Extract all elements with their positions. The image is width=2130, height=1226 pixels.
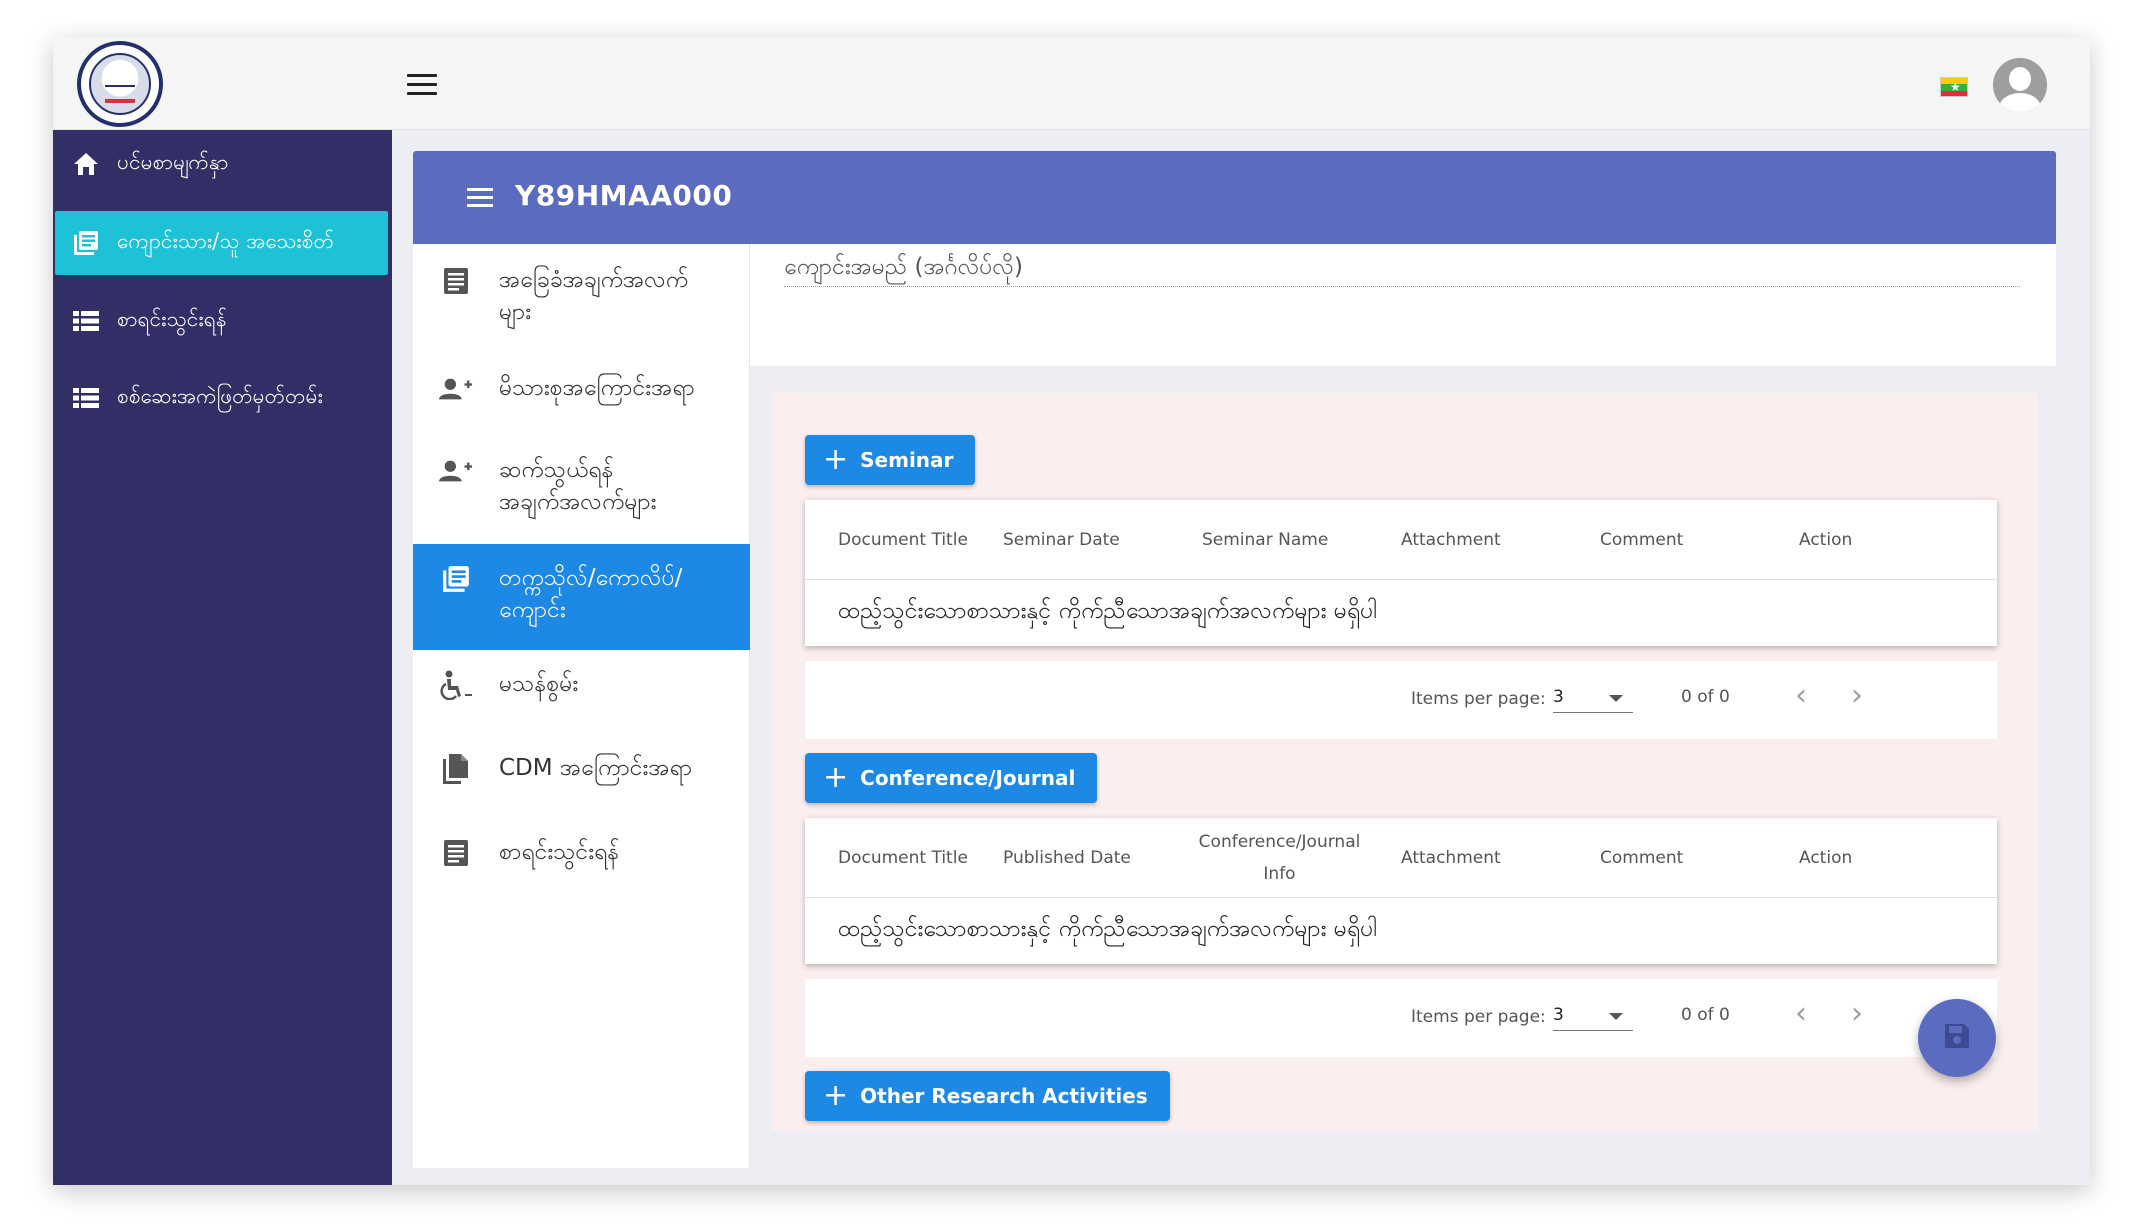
chevron-down-icon (1609, 1013, 1623, 1020)
home-icon (71, 149, 101, 179)
empty-table-message: ထည့်သွင်းသောစာသားနှင့် ကိုက်ညီသောအချက်အလ… (838, 916, 1378, 942)
tab-contact-info[interactable]: ဆက်သွယ်ရန် အချက်အလက်များ (413, 454, 750, 544)
menu-icon[interactable] (467, 188, 493, 208)
previous-page-icon[interactable]: ‹ (1795, 999, 1807, 1029)
table-header: Document Title Published Date Conference… (805, 818, 1997, 898)
school-name-english-input[interactable] (784, 286, 2020, 287)
seminar-paginator: Items per page: 3 0 of 0 ‹ › (805, 661, 1997, 739)
plus-icon: + (823, 1078, 849, 1113)
column-header[interactable]: Action (1799, 500, 1852, 580)
person-add-icon (439, 454, 473, 488)
sidebar-item-label: ပင်မစာမျက်နှာ (117, 149, 229, 174)
column-header[interactable]: Attachment (1401, 818, 1501, 898)
column-header[interactable]: Document Title (838, 818, 968, 898)
details-icon (439, 264, 473, 298)
save-icon (1943, 1022, 1971, 1054)
tab-label: CDM အကြောင်းအရာ (499, 755, 693, 781)
tab-university[interactable]: တက္ကသိုလ်/ကောလိပ်/ကျောင်း (413, 544, 750, 650)
items-per-page-label: Items per page: (1411, 689, 1546, 709)
university-logo[interactable] (77, 41, 163, 127)
menu-icon[interactable] (407, 74, 437, 96)
top-bar: ★ (53, 37, 2090, 130)
plus-icon: + (823, 442, 849, 477)
details-icon (439, 836, 473, 870)
document-list-icon (71, 228, 101, 258)
tab-label: ဆက်သွယ်ရန် အချက်အလက်များ (499, 457, 657, 515)
file-copy-icon (439, 752, 473, 786)
column-header[interactable]: Attachment (1401, 500, 1501, 580)
tab-label: မိသားစုအကြောင်းအရာ (499, 375, 695, 401)
section-tabs: အခြေခံအချက်အလက် များ မိသားစုအကြောင်းအရာ ဆ… (413, 244, 750, 1168)
accessibility-icon (439, 668, 473, 702)
add-other-research-button[interactable]: + Other Research Activities (805, 1071, 1170, 1121)
sidebar: ပင်မစာမျက်နှာ ကျောင်းသား/သူ အသေးစိတ် စာရ… (53, 130, 392, 1185)
add-conference-journal-button[interactable]: + Conference/Journal (805, 753, 1098, 803)
tab-register[interactable]: စာရင်းသွင်းရန် (413, 836, 750, 896)
page-range-label: 0 of 0 (1681, 687, 1730, 707)
school-name-field-panel: ကျောင်းအမည် (အင်္ဂလိပ်လို) (750, 244, 2056, 366)
sidebar-item-home[interactable]: ပင်မစာမျက်နှာ (55, 132, 388, 196)
tab-disability[interactable]: မသန်စွမ်း (413, 668, 750, 728)
user-avatar[interactable] (1993, 58, 2047, 112)
table-header: Document Title Seminar Date Seminar Name… (805, 500, 1997, 580)
tab-label: အခြေခံအချက်အလက် များ (499, 267, 689, 325)
sidebar-item-assessment-record[interactable]: စစ်ဆေးအကဲဖြတ်မှတ်တမ်း (55, 366, 388, 430)
sidebar-item-label: ကျောင်းသား/သူ အသေးစိတ် (117, 228, 334, 253)
tab-family-info[interactable]: မိသားစုအကြောင်းအရာ (413, 372, 750, 432)
student-card-header: Y89HMAA000 (413, 151, 2056, 244)
add-seminar-label: Seminar (860, 448, 954, 472)
table-row: ထည့်သွင်းသောစာသားနှင့် ကိုက်ညီသောအချက်အလ… (805, 898, 1997, 964)
plus-icon: + (823, 760, 849, 795)
column-header[interactable]: Comment (1600, 818, 1683, 898)
column-header[interactable]: Comment (1600, 500, 1683, 580)
conference-journal-table: Document Title Published Date Conference… (805, 818, 1997, 964)
column-header[interactable]: Published Date (1003, 818, 1131, 898)
next-page-icon[interactable]: › (1851, 681, 1863, 711)
add-seminar-button[interactable]: + Seminar (805, 435, 976, 485)
document-list-icon (439, 562, 473, 596)
next-page-icon[interactable]: › (1851, 999, 1863, 1029)
tab-label: မသန်စွမ်း (499, 671, 579, 697)
items-per-page-label: Items per page: (1411, 1007, 1546, 1027)
previous-page-icon[interactable]: ‹ (1795, 681, 1807, 711)
column-header[interactable]: Seminar Name (1202, 500, 1328, 580)
school-name-english-label: ကျောင်းအမည် (အင်္ဂလိပ်လို) (784, 254, 1023, 280)
tab-label: တက္ကသိုလ်/ကောလိပ်/ကျောင်း (499, 565, 683, 623)
page-size-value: 3 (1553, 687, 1564, 707)
save-fab-button[interactable] (1918, 999, 1996, 1077)
chevron-down-icon (1609, 695, 1623, 702)
add-other-research-label: Other Research Activities (860, 1084, 1148, 1108)
column-header[interactable]: Action (1799, 818, 1852, 898)
sidebar-item-label: စာရင်းသွင်းရန် (117, 306, 227, 331)
page-size-select[interactable]: 3 (1553, 687, 1633, 713)
sidebar-item-label: စစ်ဆေးအကဲဖြတ်မှတ်တမ်း (117, 383, 323, 408)
column-header[interactable]: Document Title (838, 500, 968, 580)
table-row: ထည့်သွင်းသောစာသားနှင့် ကိုက်ညီသောအချက်အလ… (805, 580, 1997, 646)
sidebar-item-student-details[interactable]: ကျောင်းသား/သူ အသေးစိတ် (55, 211, 388, 275)
conference-journal-paginator: Items per page: 3 0 of 0 ‹ › (805, 979, 1997, 1057)
page-size-value: 3 (1553, 1005, 1564, 1025)
empty-table-message: ထည့်သွင်းသောစာသားနှင့် ကိုက်ညီသောအချက်အလ… (838, 598, 1378, 624)
column-header[interactable]: Conference/Journal Info (1199, 818, 1361, 898)
tab-basic-info[interactable]: အခြေခံအချက်အလက် များ (413, 264, 750, 358)
sidebar-item-register[interactable]: စာရင်းသွင်းရန် (55, 289, 388, 353)
student-id-title: Y89HMAA000 (515, 179, 733, 212)
person-add-icon (439, 372, 473, 406)
list-icon (71, 306, 101, 336)
page-range-label: 0 of 0 (1681, 1005, 1730, 1025)
list-icon (71, 383, 101, 413)
tab-label: စာရင်းသွင်းရန် (499, 839, 620, 865)
tab-cdm-info[interactable]: CDM အကြောင်းအရာ (413, 752, 750, 812)
add-conference-journal-label: Conference/Journal (860, 766, 1076, 790)
column-header[interactable]: Seminar Date (1003, 500, 1120, 580)
seminar-table: Document Title Seminar Date Seminar Name… (805, 500, 1997, 646)
myanmar-flag-icon[interactable]: ★ (1940, 77, 1968, 97)
page-size-select[interactable]: 3 (1553, 1005, 1633, 1031)
